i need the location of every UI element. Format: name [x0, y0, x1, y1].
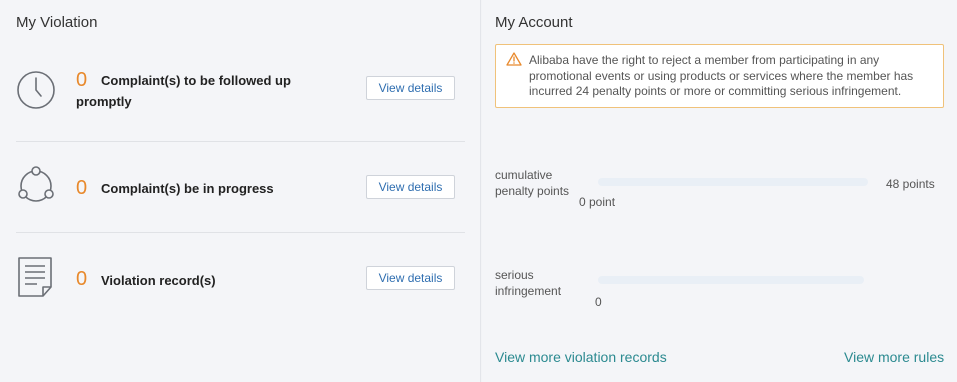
- clock-icon: [16, 70, 56, 114]
- penalty-notice: Alibaba have the right to reject a membe…: [495, 44, 944, 108]
- warning-icon: [506, 52, 522, 66]
- cycle-icon: [16, 166, 56, 210]
- in-progress-view-details-button[interactable]: View details: [366, 175, 455, 199]
- in-progress-label: Complaint(s) be in progress: [101, 181, 274, 196]
- violation-row-records: 0 Violation record(s) View details: [16, 233, 465, 323]
- penalty-min-label: 0 point: [579, 195, 616, 209]
- penalty-points-bar: [598, 178, 868, 186]
- violation-panel-title: My Violation: [16, 14, 98, 31]
- document-icon: [16, 255, 56, 299]
- records-view-details-button[interactable]: View details: [366, 266, 455, 290]
- notice-text: Alibaba have the right to reject a membe…: [529, 53, 914, 98]
- my-violation-panel: My Violation 0 Complaint(s) to be follow…: [0, 0, 481, 382]
- records-label: Violation record(s): [101, 273, 216, 288]
- view-violation-records-link[interactable]: View more violation records: [495, 349, 667, 365]
- view-rules-link[interactable]: View more rules: [844, 349, 944, 365]
- penalty-points-label: cumulative penalty points: [495, 168, 570, 198]
- violation-row-followup: 0 Complaint(s) to be followed up promptl…: [16, 60, 465, 142]
- serious-infringement-label: serious infringement: [495, 268, 562, 298]
- violation-row-in-progress: 0 Complaint(s) be in progress View detai…: [16, 142, 465, 233]
- penalty-max-label: 48 points: [886, 177, 935, 191]
- account-panel-title: My Account: [495, 14, 573, 31]
- serious-infringement-bar: [598, 276, 864, 284]
- followup-label: Complaint(s) to be followed up promptly: [76, 73, 291, 109]
- my-account-panel: My Account Alibaba have the right to rej…: [482, 0, 957, 382]
- serious-min-label: 0: [595, 295, 602, 309]
- followup-view-details-button[interactable]: View details: [366, 76, 455, 100]
